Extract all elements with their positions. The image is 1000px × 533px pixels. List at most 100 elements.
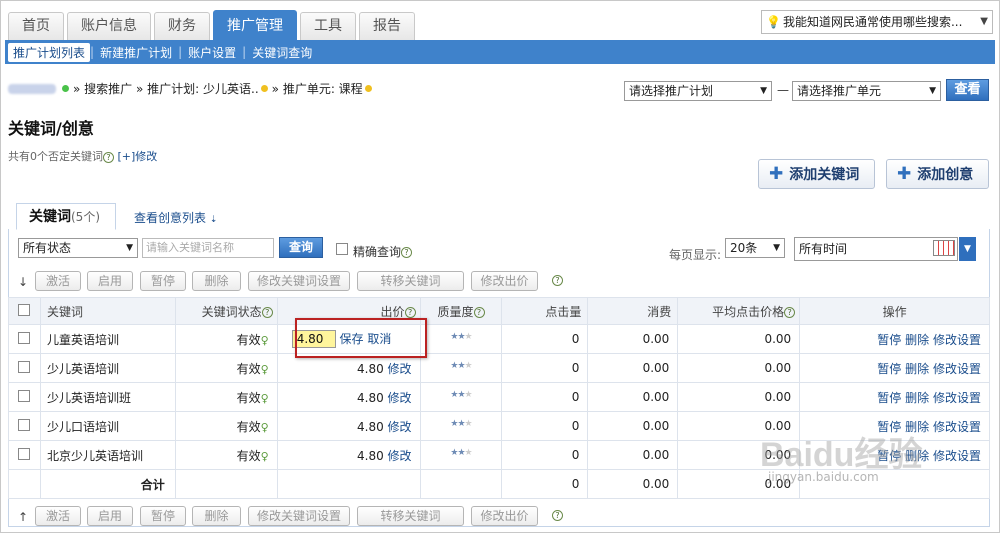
subnav-account-settings[interactable]: 账户设置: [182, 44, 242, 61]
time-dropdown-button[interactable]: ▼: [959, 237, 976, 261]
quality-stars-icon: ★★★: [450, 448, 472, 458]
modify-bid-button[interactable]: 修改出价: [471, 271, 538, 291]
lightbulb-icon[interactable]: ♀: [261, 334, 269, 347]
per-page-select[interactable]: 20条 ▼: [725, 238, 785, 258]
tab-home[interactable]: 首页: [8, 12, 64, 40]
modify-link[interactable]: [+]修改: [118, 150, 158, 163]
cost-cell: 0.00: [587, 382, 679, 412]
keyword-search-input[interactable]: 请输入关键词名称: [142, 238, 274, 258]
edit-bid-link[interactable]: 修改: [388, 391, 412, 405]
col-cost[interactable]: 消费: [587, 297, 679, 325]
status-text: 有效: [236, 419, 261, 434]
delete-link[interactable]: 删除: [905, 391, 929, 405]
delete-button[interactable]: 删除: [192, 271, 241, 291]
row-checkbox[interactable]: [18, 447, 31, 460]
transfer-keyword-button[interactable]: 转移关键词: [357, 271, 464, 291]
modify-settings-link[interactable]: 修改设置: [933, 391, 981, 405]
tab-reports[interactable]: 报告: [359, 12, 415, 40]
add-creative-button[interactable]: ✚ 添加创意: [886, 159, 989, 189]
edit-bid-link[interactable]: 修改: [388, 362, 412, 376]
calendar-icon[interactable]: [933, 240, 955, 256]
modify-settings-link[interactable]: 修改设置: [933, 333, 981, 347]
modify-keyword-settings-button[interactable]: 修改关键词设置: [248, 271, 350, 291]
delete-link[interactable]: 删除: [905, 362, 929, 376]
activate-button[interactable]: 激活: [35, 271, 81, 291]
cost-cell: 0.00: [587, 353, 679, 383]
delete-link[interactable]: 删除: [905, 333, 929, 347]
baidu-watermark: Baidu经验: [760, 436, 923, 474]
row-checkbox[interactable]: [18, 360, 31, 373]
status-text: 有效: [236, 332, 261, 347]
row-checkbox[interactable]: [18, 418, 31, 431]
status-cell: 有效♀: [174, 353, 278, 383]
status-dot-icon: [364, 85, 372, 92]
help-icon[interactable]: ?: [784, 306, 796, 318]
lightbulb-icon[interactable]: ♀: [261, 363, 269, 376]
lightbulb-icon[interactable]: ♀: [261, 450, 269, 463]
col-avg-cpc[interactable]: 平均点击价格?: [677, 297, 801, 325]
tab-promotion-management[interactable]: 推广管理: [213, 10, 297, 40]
quality-cell: ★★★: [419, 411, 503, 441]
help-icon[interactable]: ?: [404, 306, 416, 318]
edit-bid-link[interactable]: 修改: [388, 449, 412, 463]
row-checkbox[interactable]: [18, 389, 31, 402]
help-icon[interactable]: ?: [261, 306, 273, 318]
modify-bid-button[interactable]: 修改出价: [471, 506, 538, 526]
tab-finance[interactable]: 财务: [154, 12, 210, 40]
unit-select[interactable]: 请选择推广单元 ▼: [792, 81, 941, 101]
lightbulb-icon[interactable]: ♀: [261, 392, 269, 405]
exact-query-checkbox[interactable]: [336, 243, 348, 255]
plan-select[interactable]: 请选择推广计划 ▼: [624, 81, 772, 101]
help-icon[interactable]: ?: [473, 306, 485, 318]
tab-keywords[interactable]: 关键词(5个): [16, 203, 116, 230]
modify-settings-link[interactable]: 修改设置: [933, 449, 981, 463]
enable-button[interactable]: 启用: [87, 271, 133, 291]
subnav-new-plan[interactable]: 新建推广计划: [94, 44, 178, 61]
breadcrumb-search-promo[interactable]: » 搜索推广: [73, 80, 132, 97]
bid-cell: 4.80 修改: [276, 411, 421, 441]
col-keyword: 关键词: [39, 297, 176, 325]
select-all-checkbox[interactable]: [18, 303, 31, 316]
status-text: 有效: [236, 448, 261, 463]
tab-creative-list[interactable]: 查看创意列表 ⇣: [134, 209, 217, 226]
activate-button[interactable]: 激活: [35, 506, 81, 526]
modify-settings-link[interactable]: 修改设置: [933, 362, 981, 376]
lightbulb-icon[interactable]: ♀: [261, 421, 269, 434]
enable-button[interactable]: 启用: [87, 506, 133, 526]
help-icon[interactable]: ?: [401, 247, 413, 258]
status-select-value: 所有状态: [23, 241, 72, 255]
tab-account-info[interactable]: 账户信息: [67, 12, 151, 40]
pause-button[interactable]: 暂停: [140, 506, 186, 526]
help-icon[interactable]: ?: [552, 510, 563, 521]
tab-creative-list-label: 查看创意列表: [134, 211, 207, 225]
view-button[interactable]: 查看: [946, 79, 989, 101]
row-checkbox[interactable]: [18, 331, 31, 344]
table-row: 少儿英语培训 有效♀ 4.80 修改 ★★★ 0 0.00 0.00 暂停 删除…: [8, 353, 990, 383]
pause-button[interactable]: 暂停: [140, 271, 186, 291]
tip-dropdown[interactable]: 💡 我能知道网民通常使用哪些搜索... ▼: [761, 10, 993, 34]
query-button[interactable]: 查询: [279, 237, 323, 258]
pause-link[interactable]: 暂停: [877, 362, 901, 376]
pause-link[interactable]: 暂停: [877, 391, 901, 405]
tab-keywords-label: 关键词: [29, 209, 71, 225]
pause-link[interactable]: 暂停: [877, 333, 901, 347]
select-all-header: [8, 297, 41, 325]
watermark-url: jingyan.baidu.com: [768, 470, 879, 484]
transfer-keyword-button[interactable]: 转移关键词: [357, 506, 464, 526]
delete-button[interactable]: 删除: [192, 506, 241, 526]
modify-settings-link[interactable]: 修改设置: [933, 420, 981, 434]
help-icon[interactable]: ?: [103, 151, 114, 163]
plan-select-value: 请选择推广计划: [629, 84, 714, 98]
subnav-plan-list[interactable]: 推广计划列表: [8, 42, 91, 62]
add-keyword-button[interactable]: ✚ 添加关键词: [758, 159, 875, 189]
subnav-keyword-query[interactable]: 关键词查询: [246, 44, 318, 61]
modify-keyword-settings-button[interactable]: 修改关键词设置: [248, 506, 350, 526]
help-icon[interactable]: ?: [552, 275, 563, 286]
tab-tools[interactable]: 工具: [300, 12, 356, 40]
bid-value: 4.80: [357, 390, 384, 405]
breadcrumb-plan[interactable]: » 推广计划: 少儿英语..: [136, 80, 259, 97]
col-clicks[interactable]: 点击量: [501, 297, 589, 325]
edit-bid-link[interactable]: 修改: [388, 420, 412, 434]
time-select-value: 所有时间: [799, 242, 848, 256]
status-select[interactable]: 所有状态 ▼: [18, 238, 138, 258]
